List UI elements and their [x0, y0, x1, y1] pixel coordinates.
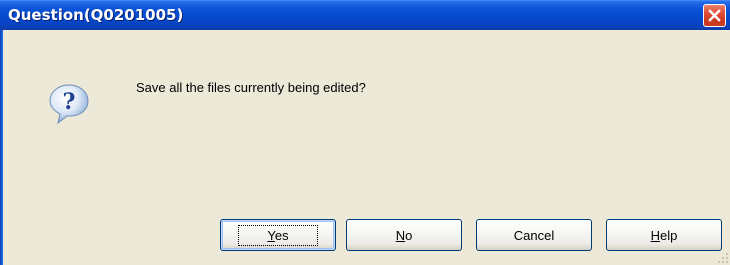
svg-text:?: ? [63, 89, 76, 115]
window-title: Question(Q0201005) [8, 6, 184, 24]
help-button[interactable]: Help [606, 219, 722, 251]
no-button-label: No [395, 227, 413, 243]
dialog-message: Save all the files currently being edite… [136, 80, 366, 95]
question-icon: ? [49, 84, 89, 125]
yes-button-label: Yes [238, 224, 318, 246]
cancel-button-label: Cancel [513, 227, 555, 243]
title-bar[interactable]: Question(Q0201005) [0, 0, 730, 30]
close-icon [708, 9, 721, 22]
yes-button[interactable]: Yes [220, 219, 336, 251]
close-button[interactable] [703, 4, 726, 27]
window-frame-left [0, 30, 3, 265]
resize-grip-icon[interactable] [716, 251, 730, 265]
cancel-button[interactable]: Cancel [476, 219, 592, 251]
no-button[interactable]: No [346, 219, 462, 251]
dialog-window: Question(Q0201005) ? Save all the files … [0, 0, 730, 265]
help-button-label: Help [650, 227, 678, 243]
